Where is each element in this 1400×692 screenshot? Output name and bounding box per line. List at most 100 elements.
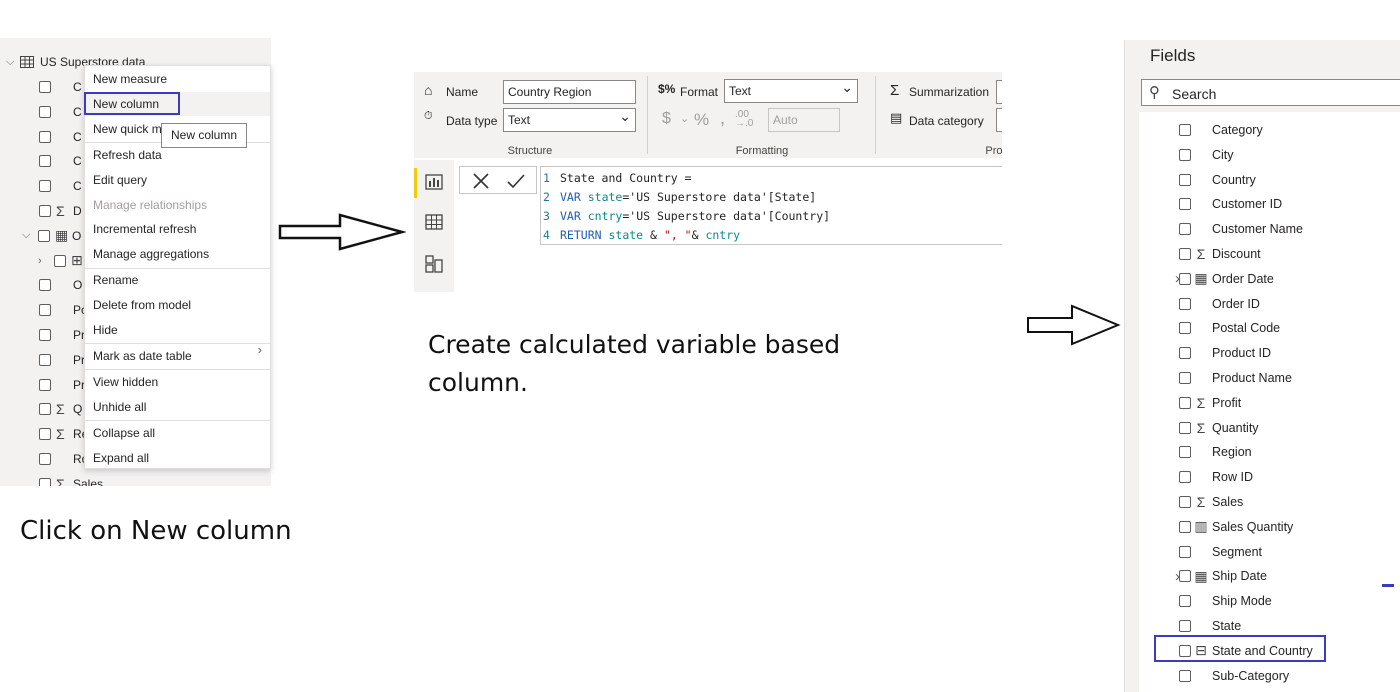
field-checkbox[interactable] <box>1179 421 1191 434</box>
field-row-postal-code[interactable]: Postal Code <box>1139 316 1399 340</box>
tree-field-row[interactable]: C <box>39 149 82 173</box>
cancel-icon[interactable] <box>472 172 490 190</box>
field-checkbox[interactable] <box>1179 372 1191 384</box>
tree-field-row[interactable]: O <box>39 273 82 297</box>
chevron-right-icon[interactable]: › <box>38 255 54 267</box>
menu-item-edit-query[interactable]: Edit query <box>85 168 270 192</box>
name-field[interactable]: Country Region <box>503 80 636 104</box>
field-checkbox[interactable] <box>39 130 51 143</box>
tree-field-row[interactable]: Po <box>39 298 88 322</box>
field-row-profit[interactable]: Σ Profit <box>1139 391 1399 415</box>
tree-field-row[interactable]: Σ Re <box>39 422 88 446</box>
field-checkbox[interactable] <box>1179 446 1191 459</box>
menu-item-mark-as-date-table[interactable]: Mark as date table <box>85 344 270 368</box>
field-checkbox[interactable] <box>39 378 51 391</box>
field-checkbox[interactable] <box>1179 297 1191 310</box>
field-row-country[interactable]: Country <box>1139 168 1399 192</box>
field-checkbox[interactable] <box>39 205 51 217</box>
field-checkbox[interactable] <box>1179 322 1191 335</box>
field-row-order-date[interactable]: › ▦ Order Date <box>1139 267 1399 291</box>
field-checkbox[interactable] <box>39 105 51 118</box>
field-row-product-id[interactable]: Product ID <box>1139 341 1399 365</box>
field-checkbox[interactable] <box>39 279 51 292</box>
data-category-select[interactable] <box>996 108 1002 132</box>
chevron-down-icon[interactable]: ⌵ <box>6 56 18 69</box>
decimal-places-stepper[interactable]: Auto <box>768 108 840 132</box>
format-select[interactable]: Text <box>724 79 858 103</box>
tree-field-row[interactable]: C <box>39 100 82 124</box>
field-checkbox[interactable] <box>39 477 51 486</box>
field-row-ship-date[interactable]: › ▦ Ship Date <box>1139 564 1399 588</box>
comma-icon[interactable]: , <box>720 108 725 129</box>
commit-checkmark-icon[interactable] <box>506 172 526 190</box>
decimal-places-icon[interactable]: .00 →.0 <box>735 110 753 129</box>
field-checkbox[interactable] <box>1179 570 1191 583</box>
field-row-customer-name[interactable]: Customer Name <box>1139 217 1399 241</box>
field-row-segment[interactable]: Segment <box>1139 540 1399 564</box>
field-checkbox[interactable] <box>38 229 50 242</box>
tree-field-row[interactable]: Pr <box>39 348 85 372</box>
menu-item-collapse-all[interactable]: Collapse all <box>85 421 270 445</box>
field-checkbox[interactable] <box>1179 496 1191 508</box>
field-checkbox[interactable] <box>1179 248 1191 260</box>
tree-field-row[interactable]: C <box>39 174 82 198</box>
percent-icon[interactable]: % <box>694 110 709 130</box>
field-checkbox[interactable] <box>1179 272 1191 285</box>
field-checkbox[interactable] <box>1179 620 1191 632</box>
dax-formula-editor[interactable]: 1 State and Country = 2 VAR state='US Supe… <box>540 166 1002 245</box>
field-row-region[interactable]: Region <box>1139 440 1399 464</box>
field-checkbox[interactable] <box>39 353 51 366</box>
chevron-down-icon[interactable]: ⌵ <box>22 229 38 242</box>
field-row-sales[interactable]: Σ Sales <box>1139 490 1399 514</box>
data-view-icon[interactable] <box>424 212 444 232</box>
field-checkbox[interactable] <box>1179 223 1191 236</box>
field-checkbox[interactable] <box>1179 669 1191 682</box>
field-checkbox[interactable] <box>1179 520 1191 533</box>
field-checkbox[interactable] <box>1179 396 1191 409</box>
field-row-sub-category[interactable]: Sub-Category <box>1139 664 1399 688</box>
tree-field-row[interactable]: C <box>39 125 82 149</box>
tree-field-row[interactable]: Σ Sales <box>39 472 103 486</box>
tree-field-row[interactable]: ⌵ ▦ O <box>22 224 81 248</box>
field-row-category[interactable]: Category <box>1139 118 1399 142</box>
field-checkbox[interactable] <box>1179 124 1191 136</box>
dropdown-chevron-icon[interactable]: ⌄ <box>680 112 689 125</box>
tree-field-row[interactable]: Ro <box>39 447 88 471</box>
field-checkbox[interactable] <box>54 254 66 267</box>
tree-field-row[interactable]: ΣQ <box>39 397 82 421</box>
field-checkbox[interactable] <box>1179 471 1191 484</box>
field-row-customer-id[interactable]: Customer ID <box>1139 192 1399 216</box>
menu-item-hide[interactable]: Hide <box>85 318 270 342</box>
field-row-ship-mode[interactable]: Ship Mode <box>1139 589 1399 613</box>
menu-item-delete-from-model[interactable]: Delete from model <box>85 293 270 317</box>
report-view-icon[interactable] <box>424 172 444 192</box>
field-checkbox[interactable] <box>39 403 51 416</box>
field-row-quantity[interactable]: Σ Quantity <box>1139 416 1399 440</box>
field-checkbox[interactable] <box>1179 545 1191 558</box>
field-checkbox[interactable] <box>39 428 51 441</box>
model-view-icon[interactable] <box>424 254 444 274</box>
field-checkbox[interactable] <box>39 81 51 93</box>
menu-item-incremental-refresh[interactable]: Incremental refresh <box>85 217 270 241</box>
field-checkbox[interactable] <box>1179 198 1191 211</box>
field-row-product-name[interactable]: Product Name <box>1139 366 1399 390</box>
fields-search-input[interactable]: ⚲ Search <box>1141 79 1400 106</box>
field-row-order-id[interactable]: Order ID <box>1139 292 1399 316</box>
field-row-city[interactable]: City <box>1139 143 1399 167</box>
field-checkbox[interactable] <box>1179 148 1191 161</box>
field-checkbox[interactable] <box>39 453 51 465</box>
field-checkbox[interactable] <box>1179 595 1191 608</box>
data-type-select[interactable]: Text <box>503 108 636 132</box>
tree-field-row[interactable]: Pr <box>39 373 85 397</box>
currency-icon[interactable]: $ <box>662 110 671 128</box>
field-row-discount[interactable]: Σ Discount <box>1139 242 1399 266</box>
field-checkbox[interactable] <box>39 180 51 193</box>
tree-field-row[interactable]: Pr <box>39 323 85 347</box>
field-checkbox[interactable] <box>1179 173 1191 186</box>
menu-item-rename[interactable]: Rename <box>85 268 270 292</box>
menu-item-manage-aggregations[interactable]: Manage aggregations <box>85 242 270 266</box>
summarization-select[interactable] <box>996 80 1002 104</box>
menu-item-unhide-all[interactable]: Unhide all <box>85 395 270 419</box>
field-checkbox[interactable] <box>39 155 51 168</box>
field-checkbox[interactable] <box>39 329 51 341</box>
